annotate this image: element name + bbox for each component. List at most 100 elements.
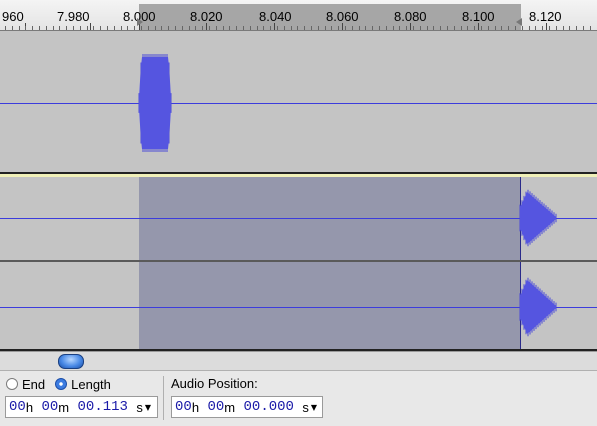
ruler-minor-tick [474, 26, 475, 30]
ruler-minor-tick [427, 26, 428, 30]
hours-value[interactable]: 00 [9, 399, 26, 415]
ruler-minor-tick [168, 26, 169, 30]
ruler-minor-tick [107, 26, 108, 30]
ruler-minor-tick [59, 26, 60, 30]
ruler-minor-tick [359, 26, 360, 30]
ruler-minor-tick [454, 26, 455, 30]
ruler-minor-tick [583, 26, 584, 30]
ruler-minor-tick [93, 26, 94, 30]
ruler-major-tick [478, 23, 479, 30]
track-1-waveform [138, 54, 172, 152]
timeline-ruler[interactable]: 960 7.980 8.000 8.020 8.040 8.060 8.080 … [0, 0, 597, 31]
minutes-value[interactable]: 00 [207, 399, 224, 415]
ruler-minor-tick [25, 26, 26, 30]
ruler-minor-tick [121, 26, 122, 30]
audio-position-time-field[interactable]: 00 h 00 m 00.000 s ▼ [171, 396, 323, 418]
ruler-minor-tick [399, 26, 400, 30]
track-2-right-channel[interactable] [0, 262, 597, 349]
ruler-minor-tick [352, 26, 353, 30]
ruler-minor-tick [379, 26, 380, 30]
ruler-minor-tick [195, 26, 196, 30]
ruler-minor-tick [134, 26, 135, 30]
chevron-down-icon[interactable]: ▼ [311, 403, 317, 412]
end-radio[interactable] [6, 378, 18, 390]
ruler-tick-label: 8.120 [529, 9, 562, 24]
ruler-minor-tick [141, 26, 142, 30]
ruler-minor-tick [338, 26, 339, 30]
ruler-minor-tick [216, 26, 217, 30]
ruler-minor-tick [297, 26, 298, 30]
seconds-unit: s [302, 399, 309, 415]
ruler-minor-tick [5, 26, 6, 30]
ruler-minor-tick [270, 26, 271, 30]
ruler-major-tick [90, 23, 91, 30]
ruler-minor-tick [87, 26, 88, 30]
ruler-minor-tick [209, 26, 210, 30]
hours-unit: h [191, 399, 200, 415]
ruler-minor-tick [501, 26, 502, 30]
ruler-minor-tick [311, 26, 312, 30]
ruler-minor-tick [250, 26, 251, 30]
ruler-minor-tick [447, 26, 448, 30]
ruler-minor-tick [257, 26, 258, 30]
ruler-minor-tick [508, 26, 509, 30]
ruler-minor-tick [433, 26, 434, 30]
ruler-major-tick [546, 23, 547, 30]
ruler-minor-tick [522, 26, 523, 30]
ruler-minor-tick [386, 26, 387, 30]
selection-end-marker-icon[interactable] [514, 18, 522, 26]
ruler-tick-label: 8.060 [326, 9, 359, 24]
ruler-minor-tick [406, 26, 407, 30]
ruler-minor-tick [495, 26, 496, 30]
minutes-value[interactable]: 00 [41, 399, 58, 415]
ruler-major-tick [274, 23, 275, 30]
horizontal-scrollbar[interactable] [0, 351, 597, 371]
ruler-minor-tick [148, 26, 149, 30]
track-2-right-waveform [519, 277, 557, 337]
ruler-tick-label: 8.020 [190, 9, 223, 24]
ruler-minor-tick [182, 26, 183, 30]
selection-length-time-field[interactable]: 00 h 00 m 00.113 s ▼ [5, 396, 158, 418]
ruler-minor-tick [529, 26, 530, 30]
ruler-minor-tick [284, 26, 285, 30]
ruler-minor-tick [66, 26, 67, 30]
seconds-value[interactable]: 00.000 [244, 399, 294, 415]
track-1[interactable] [0, 31, 597, 172]
seconds-value[interactable]: 00.113 [78, 399, 128, 415]
ruler-minor-tick [161, 26, 162, 30]
ruler-minor-tick [515, 26, 516, 30]
length-radio-label[interactable]: Length [71, 377, 111, 392]
ruler-minor-tick [365, 26, 366, 30]
ruler-minor-tick [277, 26, 278, 30]
ruler-minor-tick [467, 26, 468, 30]
ruler-minor-tick [440, 26, 441, 30]
ruler-minor-tick [223, 26, 224, 30]
chevron-down-icon[interactable]: ▼ [145, 403, 151, 412]
hours-unit: h [25, 399, 34, 415]
track-2-left-channel[interactable] [0, 177, 597, 260]
ruler-minor-tick [73, 26, 74, 30]
hours-value[interactable]: 00 [175, 399, 192, 415]
ruler-minor-tick [304, 26, 305, 30]
ruler-minor-tick [542, 26, 543, 30]
length-radio[interactable] [55, 378, 68, 390]
ruler-minor-tick [229, 26, 230, 30]
ruler-minor-tick [488, 26, 489, 30]
toolbar-divider [163, 376, 164, 420]
ruler-minor-tick [549, 26, 550, 30]
end-radio-label[interactable]: End [22, 377, 45, 392]
ruler-minor-tick [127, 26, 128, 30]
ruler-minor-tick [263, 26, 264, 30]
ruler-minor-tick [175, 26, 176, 30]
selection-start-marker-icon[interactable] [137, 18, 145, 26]
ruler-minor-tick [413, 26, 414, 30]
ruler-tick-label: 8.080 [394, 9, 427, 24]
scroll-thumb-icon[interactable] [58, 354, 84, 369]
ruler-tick-label: 960 [2, 9, 24, 24]
ruler-major-tick [206, 23, 207, 30]
track-2-left-waveform [519, 189, 557, 247]
ruler-minor-tick [39, 26, 40, 30]
ruler-minor-tick [46, 26, 47, 30]
ruler-minor-tick [556, 26, 557, 30]
minutes-unit: m [58, 399, 70, 415]
